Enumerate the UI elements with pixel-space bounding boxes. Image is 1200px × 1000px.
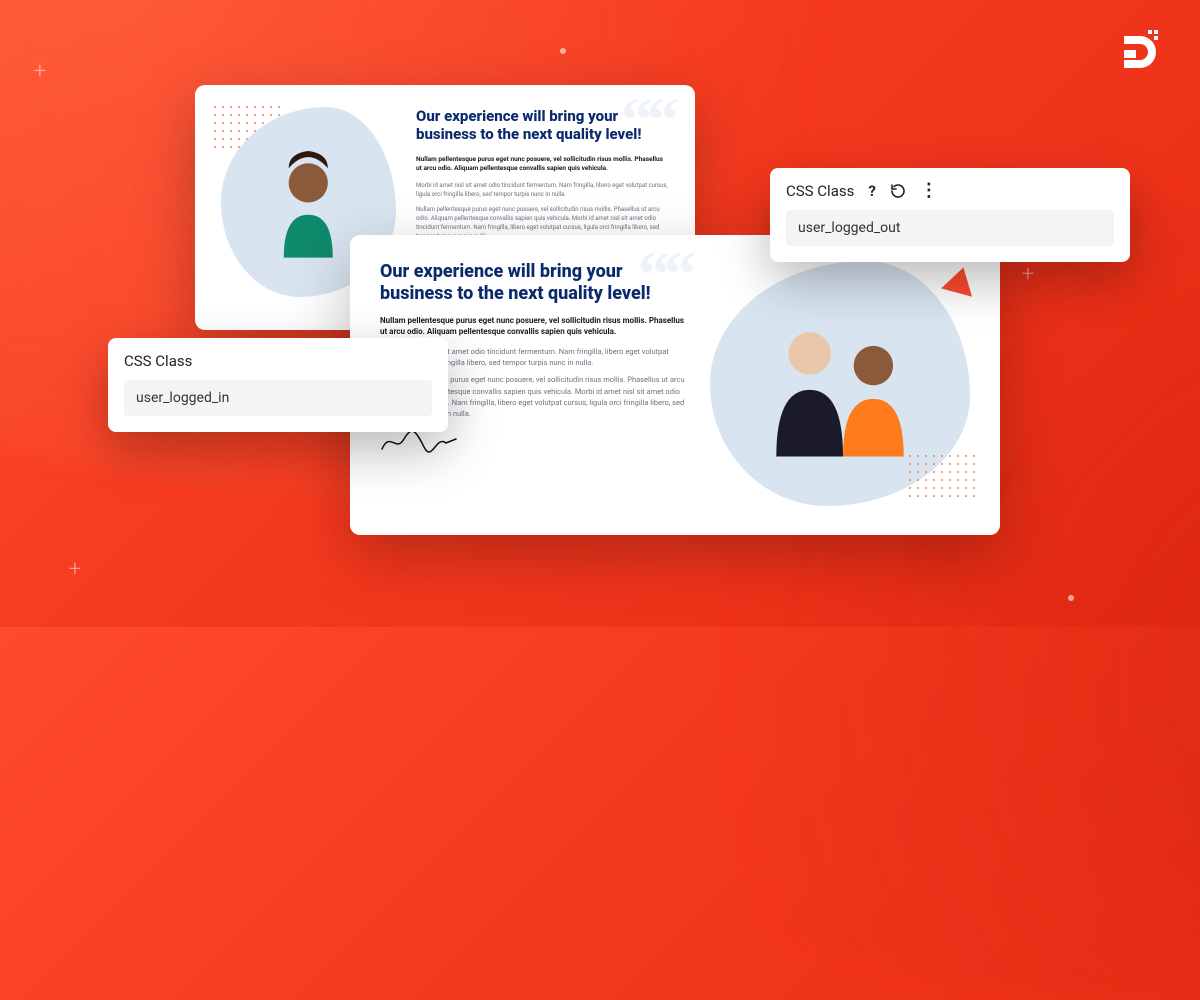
quote-icon: ““ (638, 255, 690, 293)
css-class-label: CSS Class (124, 352, 192, 370)
brand-logo (1116, 28, 1164, 80)
dot-icon (1068, 595, 1074, 601)
quote-icon: ““ (621, 101, 673, 139)
testimonial-image (710, 261, 970, 506)
help-icon[interactable]: ? (868, 182, 875, 200)
dot-icon (560, 48, 566, 54)
css-class-label: CSS Class (786, 182, 854, 200)
testimonial-lead: Nullam pellentesque purus eget nunc posu… (380, 316, 686, 338)
people-illustration (749, 298, 931, 470)
dot-grid-decoration (906, 452, 976, 502)
plus-icon (30, 62, 50, 82)
css-class-panel: CSS Class ? ⋮ (770, 168, 1130, 262)
more-icon[interactable]: ⋮ (920, 184, 938, 198)
css-class-panel: CSS Class (108, 338, 448, 432)
reset-icon[interactable] (890, 183, 906, 199)
triangle-decoration (941, 263, 979, 296)
testimonial-signature (380, 429, 686, 461)
plus-icon (1018, 265, 1038, 285)
testimonial-paragraph: Morbi id amet nisl sit amet odio tincidu… (416, 181, 669, 199)
css-class-input[interactable] (124, 380, 432, 416)
testimonial-headline: Our experience will bring your business … (380, 261, 660, 304)
css-class-input[interactable] (786, 210, 1114, 246)
plus-icon (65, 560, 85, 580)
testimonial-body: Morbi id amet nisl sit amet odio tincidu… (416, 181, 669, 241)
testimonial-lead: Nullam pellentesque purus eget nunc posu… (416, 155, 669, 173)
testimonial-headline: Our experience will bring your business … (416, 107, 646, 143)
